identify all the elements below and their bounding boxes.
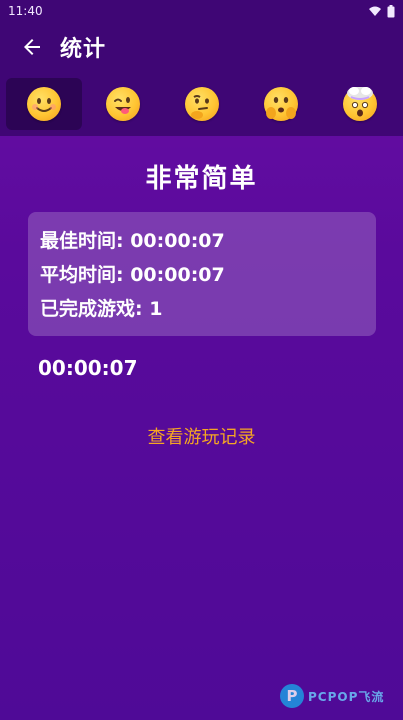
watermark-logo-icon: P xyxy=(280,684,304,708)
tab-easy[interactable] xyxy=(85,78,161,130)
record-time: 00:00:07 xyxy=(38,356,138,380)
watermark: P PCPOP飞流 xyxy=(280,684,384,708)
average-time-stat: 平均时间: 00:00:07 xyxy=(40,264,225,286)
difficulty-title: 非常简单 xyxy=(145,164,258,194)
view-history-link[interactable]: 查看游玩记录 xyxy=(0,423,403,449)
smiling-face-icon xyxy=(26,87,61,121)
best-time-stat: 最佳时间: 00:00:07 xyxy=(40,230,225,252)
battery-icon xyxy=(387,4,395,17)
tab-medium[interactable] xyxy=(164,78,240,130)
arrow-left-icon xyxy=(24,39,40,55)
peeking-face-icon xyxy=(263,87,298,121)
tab-expert[interactable] xyxy=(322,78,398,130)
status-bar: 11:40 xyxy=(0,0,403,22)
stats-card: 最佳时间: 00:00:07 平均时间: 00:00:07 已完成游戏: 1 xyxy=(28,212,376,336)
wifi-icon xyxy=(369,6,381,16)
tab-hard[interactable] xyxy=(243,78,319,130)
status-time: 11:40 xyxy=(8,4,43,18)
back-button[interactable] xyxy=(12,27,52,67)
watermark-text: PCPOP飞流 xyxy=(308,689,385,704)
page-title: 统计 xyxy=(60,37,107,62)
winking-tongue-face-icon xyxy=(105,87,140,121)
difficulty-tabs xyxy=(0,72,403,136)
exploding-head-icon xyxy=(342,87,377,121)
games-completed-stat: 已完成游戏: 1 xyxy=(40,298,163,320)
thinking-face-icon xyxy=(184,87,219,121)
status-icons xyxy=(369,4,395,18)
tab-very-easy[interactable] xyxy=(5,78,82,130)
toolbar: 统计 xyxy=(0,22,403,72)
